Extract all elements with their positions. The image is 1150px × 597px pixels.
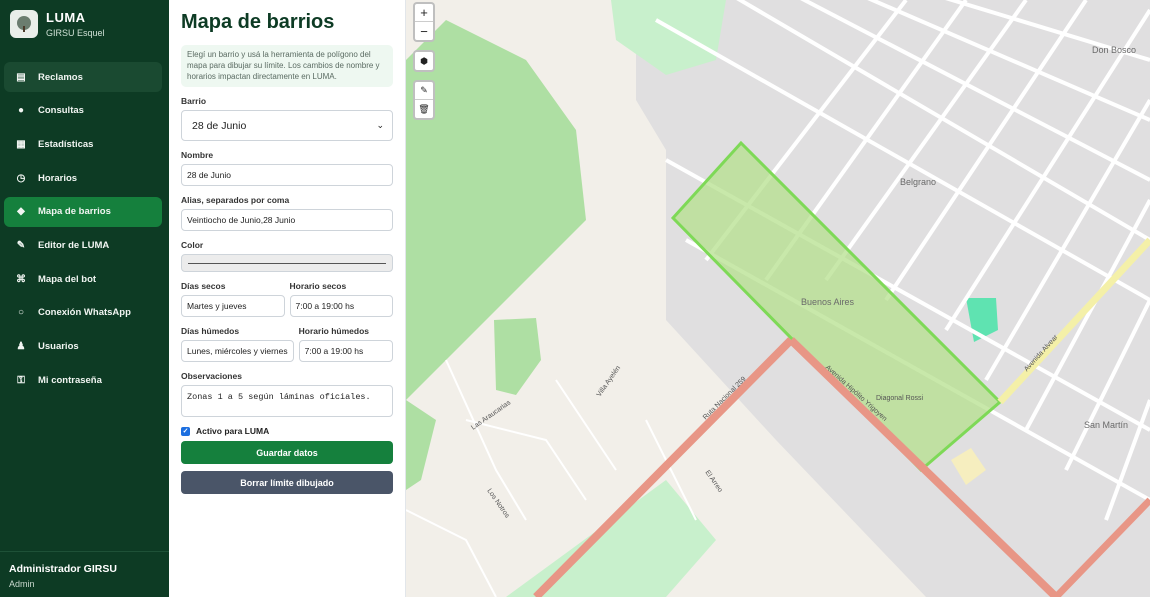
clock-icon: ◷ xyxy=(16,172,26,184)
inbox-icon: ▤ xyxy=(16,71,26,83)
map-label-belgrano: Belgrano xyxy=(900,177,937,187)
activo-label: Activo para LUMA xyxy=(196,426,270,437)
save-button[interactable]: Guardar datos xyxy=(181,441,393,465)
color-picker[interactable] xyxy=(181,254,393,273)
sidebar-item-mi-contrasena[interactable]: ⚿ Mi contraseña xyxy=(4,365,162,395)
map-label-buenos-aires: Buenos Aires xyxy=(801,297,855,307)
sidebar-item-reclamos[interactable]: ▤ Reclamos xyxy=(4,62,162,92)
brand-name: LUMA xyxy=(46,10,86,25)
key-icon: ⚿ xyxy=(17,374,25,386)
brand[interactable]: LUMA GIRSU Esquel xyxy=(10,10,105,38)
horario-humedos-label: Horario húmedos xyxy=(298,326,370,337)
brand-subtitle: GIRSU Esquel xyxy=(46,28,105,38)
edit-control: ✎ 🗑 xyxy=(413,80,435,120)
user-info: Administrador GIRSU Admin xyxy=(0,551,169,597)
sidebar-item-conexion-whatsapp[interactable]: ○ Conexión WhatsApp xyxy=(4,298,162,328)
dias-humedos-input[interactable]: Lunes, miércoles y viernes xyxy=(181,340,294,363)
horario-secos-label: Horario secos xyxy=(289,281,347,292)
trash-icon[interactable]: 🗑 xyxy=(415,100,433,118)
sidebar-item-label: Mapa del bot xyxy=(38,273,97,285)
help-text: Elegí un barrio y usá la herramienta de … xyxy=(181,45,393,88)
map-label-san-martin: San Martín xyxy=(1084,420,1129,430)
sidebar-item-horarios[interactable]: ◷ Horarios xyxy=(4,163,162,193)
dias-secos-label: Días secos xyxy=(181,281,226,292)
barrio-select-value: 28 de Junio xyxy=(192,119,247,132)
map-label-don-bosco: Don Bosco xyxy=(1092,45,1137,55)
whatsapp-icon: ○ xyxy=(17,307,25,319)
sidebar-item-estadisticas[interactable]: ▦ Estadísticas xyxy=(4,129,162,159)
horario-humedos-input[interactable]: 7:00 a 19:00 hs xyxy=(298,340,393,363)
map-tiles xyxy=(406,0,1150,597)
draw-polygon-control: ⬢ xyxy=(413,50,435,72)
dias-humedos-label: Días húmedos xyxy=(181,326,240,337)
sidebar-item-label: Mapa de barrios xyxy=(38,206,111,218)
checkbox-checked-icon[interactable]: ✓ xyxy=(181,426,190,436)
barrio-form-panel: Mapa de barrios Elegí un barrio y usá la… xyxy=(169,0,406,597)
user-role: Admin xyxy=(9,579,35,589)
observaciones-textarea[interactable]: Zonas 1 a 5 según láminas oficiales. xyxy=(181,385,393,418)
zoom-in-button[interactable]: + xyxy=(415,4,433,22)
sidebar: LUMA GIRSU Esquel ▤ Reclamos ● Consultas… xyxy=(0,0,169,597)
alias-input[interactable]: Veintiocho de Junio,28 Junio xyxy=(181,209,393,232)
map-pin-icon: ◆ xyxy=(17,206,25,218)
sidebar-item-label: Usuarios xyxy=(38,341,79,352)
sidebar-item-mapa-del-bot[interactable]: ⌘ Mapa del bot xyxy=(4,264,162,294)
barrio-select[interactable]: 28 de Junio ⌄ xyxy=(181,110,393,142)
nombre-label: Nombre xyxy=(181,150,214,161)
color-label: Color xyxy=(181,240,204,251)
sidebar-item-label: Conexión WhatsApp xyxy=(38,307,131,319)
chat-icon: ● xyxy=(17,105,25,117)
map-label-diagonal-rossi: Diagonal Rossi xyxy=(876,395,924,402)
user-icon: ♟ xyxy=(16,341,26,352)
alias-label: Alias, separados por coma xyxy=(181,195,290,206)
sidebar-item-usuarios[interactable]: ♟ Usuarios xyxy=(4,332,162,362)
clear-boundary-button[interactable]: Borrar límite dibujado xyxy=(181,471,393,495)
map-view[interactable]: + − ⬢ ✎ 🗑 Don Bosco Belgrano Buenos Aire… xyxy=(406,0,1150,597)
zoom-control: + − xyxy=(413,2,435,42)
barrio-label: Barrio xyxy=(181,96,207,107)
sidebar-item-consultas[interactable]: ● Consultas xyxy=(4,96,162,126)
sidebar-item-editor-de-luma[interactable]: ✎ Editor de LUMA xyxy=(4,230,162,260)
sidebar-item-label: Editor de LUMA xyxy=(38,239,110,251)
polygon-tool-icon[interactable]: ⬢ xyxy=(415,52,433,70)
sidebar-item-label: Reclamos xyxy=(38,71,83,83)
sidebar-item-label: Estadísticas xyxy=(38,138,94,150)
sidebar-item-label: Horarios xyxy=(38,172,78,184)
sidebar-item-label: Mi contraseña xyxy=(38,374,102,386)
sidebar-nav: ▤ Reclamos ● Consultas ▦ Estadísticas ◷ … xyxy=(4,62,162,399)
chevron-down-icon: ⌄ xyxy=(376,120,384,131)
bar-chart-icon: ▦ xyxy=(16,138,26,150)
tree-logo-icon xyxy=(10,10,38,38)
user-name: Administrador GIRSU xyxy=(9,563,117,575)
horario-secos-input[interactable]: 7:00 a 19:00 hs xyxy=(289,295,393,318)
zoom-out-button[interactable]: − xyxy=(415,22,433,40)
sidebar-item-label: Consultas xyxy=(38,105,84,117)
command-icon: ⌘ xyxy=(16,273,26,285)
edit-icon[interactable]: ✎ xyxy=(415,82,433,100)
nombre-input[interactable]: 28 de Junio xyxy=(181,164,393,187)
observaciones-label: Observaciones xyxy=(181,371,242,382)
dias-secos-input[interactable]: Martes y jueves xyxy=(181,295,285,318)
pencil-icon: ✎ xyxy=(16,239,26,251)
page-title: Mapa de barrios xyxy=(181,11,335,33)
sidebar-item-mapa-de-barrios[interactable]: ◆ Mapa de barrios xyxy=(4,196,162,227)
activo-checkbox-row[interactable]: ✓ Activo para LUMA xyxy=(181,426,393,436)
